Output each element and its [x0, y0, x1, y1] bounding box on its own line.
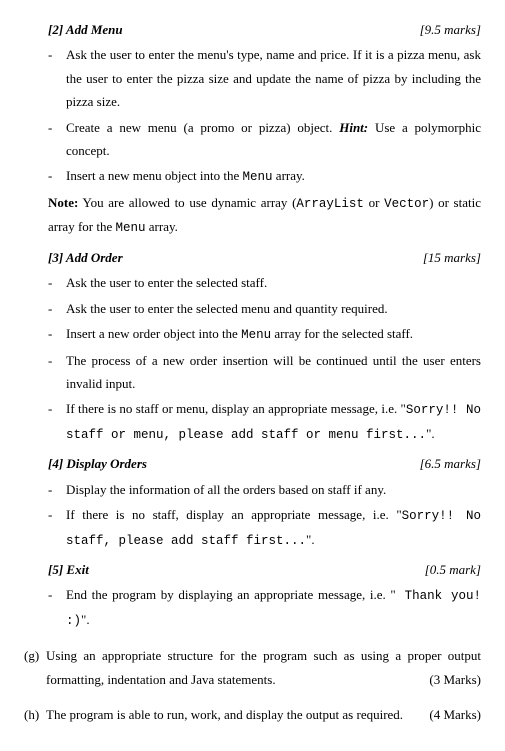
text-run: End the program by displaying an appropr…: [66, 587, 396, 602]
bullet-text: Create a new menu (a promo or pizza) obj…: [66, 116, 481, 163]
bullet-item: -Ask the user to enter the menu's type, …: [48, 43, 481, 113]
bullet-dash: -: [48, 164, 66, 189]
section-header: [5] Exit [0.5 mark]: [48, 558, 481, 581]
text-run: If there is no staff, display an appropr…: [66, 507, 402, 522]
hint-label: Hint:: [339, 120, 368, 135]
outer-text: Using an appropriate structure for the p…: [46, 644, 481, 691]
text-run: array for the selected staff.: [271, 326, 413, 341]
outer-marks: (4 Marks): [429, 703, 481, 726]
text-run: Ask the user to enter the selected menu …: [66, 301, 388, 316]
section-header: [4] Display Orders [6.5 marks]: [48, 452, 481, 475]
mono-text: Menu: [241, 328, 271, 342]
section-marks: [0.5 mark]: [425, 558, 481, 581]
text-run: Display the information of all the order…: [66, 482, 386, 497]
text-run: The process of a new order insertion wil…: [66, 353, 481, 391]
bullet-text: Insert a new menu object into the Menu a…: [66, 164, 481, 189]
bullet-text: Ask the user to enter the selected staff…: [66, 271, 481, 294]
section-title: [2] Add Menu: [48, 18, 123, 41]
section: [3] Add Order[15 marks]-Ask the user to …: [24, 246, 481, 446]
section: [2] Add Menu[9.5 marks]-Ask the user to …: [24, 18, 481, 240]
document-body: [2] Add Menu[9.5 marks]-Ask the user to …: [24, 18, 481, 727]
mono-text: ArrayList: [296, 197, 364, 211]
bullet-list: -Display the information of all the orde…: [48, 478, 481, 552]
bullet-text: Display the information of all the order…: [66, 478, 481, 501]
bullet-dash: -: [48, 503, 66, 552]
bullet-item: -Insert a new order object into the Menu…: [48, 322, 481, 347]
section-marks: [9.5 marks]: [420, 18, 481, 41]
bullet-text: If there is no staff or menu, display an…: [66, 397, 481, 446]
outer-item: (h)The program is able to run, work, and…: [24, 703, 481, 726]
bullet-item: -Ask the user to enter the selected staf…: [48, 271, 481, 294]
bullet-item: -If there is no staff or menu, display a…: [48, 397, 481, 446]
text-run: or: [364, 195, 384, 210]
bullet-dash: -: [48, 322, 66, 347]
outer-label: (h): [24, 703, 46, 726]
outer-item: (g)Using an appropriate structure for th…: [24, 644, 481, 691]
text-run: array.: [273, 168, 305, 183]
section-header: [3] Add Order [15 marks]: [48, 246, 481, 269]
outer-label: (g): [24, 644, 46, 691]
text-run: Ask the user to enter the menu's type, n…: [66, 47, 481, 109]
section: [5] Exit[0.5 mark]-End the program by di…: [24, 558, 481, 632]
text-run: array.: [146, 219, 178, 234]
bullet-dash: -: [48, 116, 66, 163]
text-run: Insert a new order object into the: [66, 326, 241, 341]
text-run: Ask the user to enter the selected staff…: [66, 275, 267, 290]
section-marks: [15 marks]: [423, 246, 481, 269]
bullet-text: Ask the user to enter the menu's type, n…: [66, 43, 481, 113]
bullet-text: If there is no staff, display an appropr…: [66, 503, 481, 552]
text-run: ".: [306, 532, 315, 547]
bullet-item: -The process of a new order insertion wi…: [48, 349, 481, 396]
bullet-text: Insert a new order object into the Menu …: [66, 322, 481, 347]
outer-text: The program is able to run, work, and di…: [46, 703, 481, 726]
bullet-item: -Display the information of all the orde…: [48, 478, 481, 501]
bullet-dash: -: [48, 397, 66, 446]
section-header: [2] Add Menu [9.5 marks]: [48, 18, 481, 41]
bullet-dash: -: [48, 43, 66, 113]
bullet-dash: -: [48, 583, 66, 632]
text-run: ".: [426, 426, 435, 441]
bullet-list: -Ask the user to enter the menu's type, …: [48, 43, 481, 188]
bullet-item: -If there is no staff, display an approp…: [48, 503, 481, 552]
mono-text: Menu: [116, 221, 146, 235]
section-title: [3] Add Order: [48, 246, 123, 269]
bullet-list: -End the program by displaying an approp…: [48, 583, 481, 632]
text-run: You are allowed to use dynamic array (: [78, 195, 296, 210]
section-title: [4] Display Orders: [48, 452, 147, 475]
bullet-text: The process of a new order insertion wil…: [66, 349, 481, 396]
text-run: ".: [81, 612, 90, 627]
mono-text: Menu: [243, 170, 273, 184]
bullet-dash: -: [48, 297, 66, 320]
note: Note: You are allowed to use dynamic arr…: [48, 191, 481, 240]
section-marks: [6.5 marks]: [420, 452, 481, 475]
section-title: [5] Exit: [48, 558, 89, 581]
outer-marks: (3 Marks): [429, 668, 481, 691]
outer-body: Using an appropriate structure for the p…: [46, 648, 481, 686]
bullet-dash: -: [48, 271, 66, 294]
note-label: Note:: [48, 195, 78, 210]
bullet-item: -Create a new menu (a promo or pizza) ob…: [48, 116, 481, 163]
outer-body: The program is able to run, work, and di…: [46, 707, 403, 722]
bullet-text: Ask the user to enter the selected menu …: [66, 297, 481, 320]
mono-text: Vector: [384, 197, 429, 211]
bullet-list: -Ask the user to enter the selected staf…: [48, 271, 481, 446]
bullet-dash: -: [48, 349, 66, 396]
text-run: If there is no staff or menu, display an…: [66, 401, 406, 416]
bullet-item: -Ask the user to enter the selected menu…: [48, 297, 481, 320]
text-run: Insert a new menu object into the: [66, 168, 243, 183]
text-run: Create a new menu (a promo or pizza) obj…: [66, 120, 339, 135]
bullet-dash: -: [48, 478, 66, 501]
bullet-text: End the program by displaying an appropr…: [66, 583, 481, 632]
section: [4] Display Orders [6.5 marks] -Display th…: [24, 452, 481, 552]
bullet-item: -End the program by displaying an approp…: [48, 583, 481, 632]
bullet-item: -Insert a new menu object into the Menu …: [48, 164, 481, 189]
